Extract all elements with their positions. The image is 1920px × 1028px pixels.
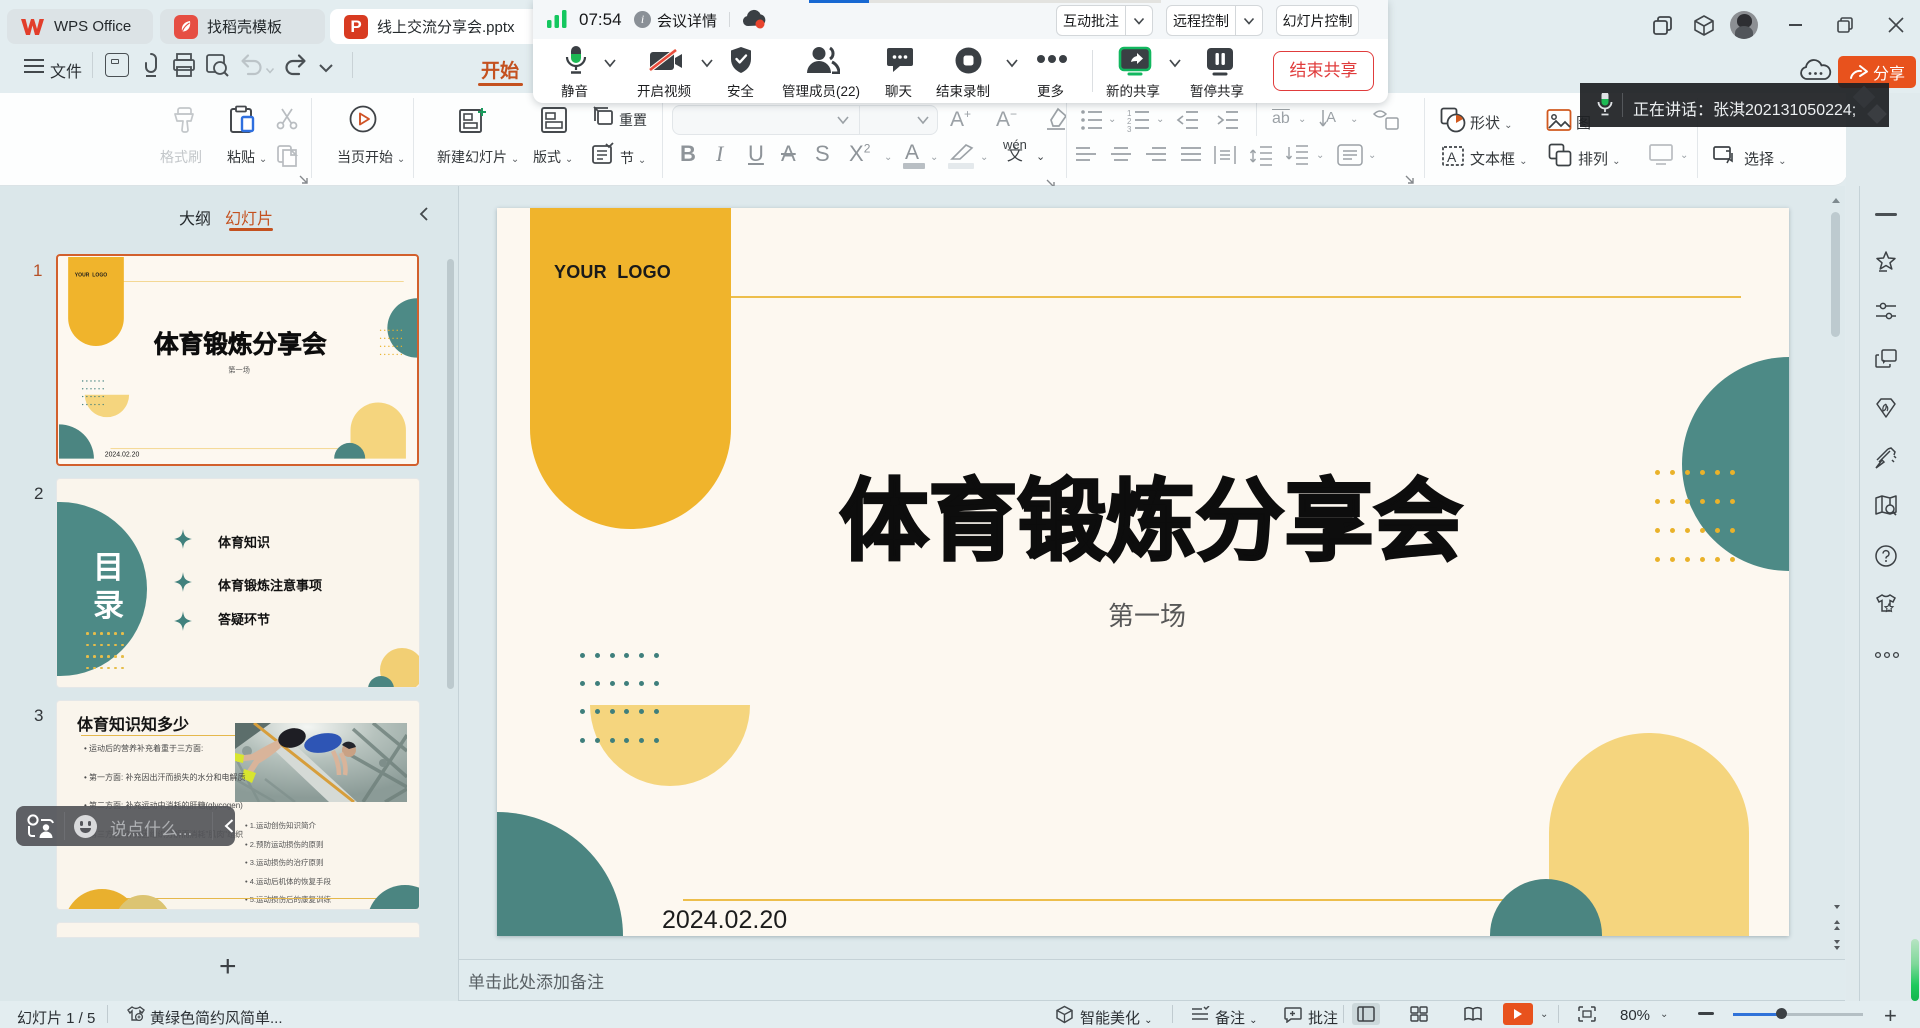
svg-text:A: A xyxy=(1326,109,1336,126)
svg-text:3: 3 xyxy=(1127,125,1132,132)
svg-text:A: A xyxy=(1447,149,1457,165)
